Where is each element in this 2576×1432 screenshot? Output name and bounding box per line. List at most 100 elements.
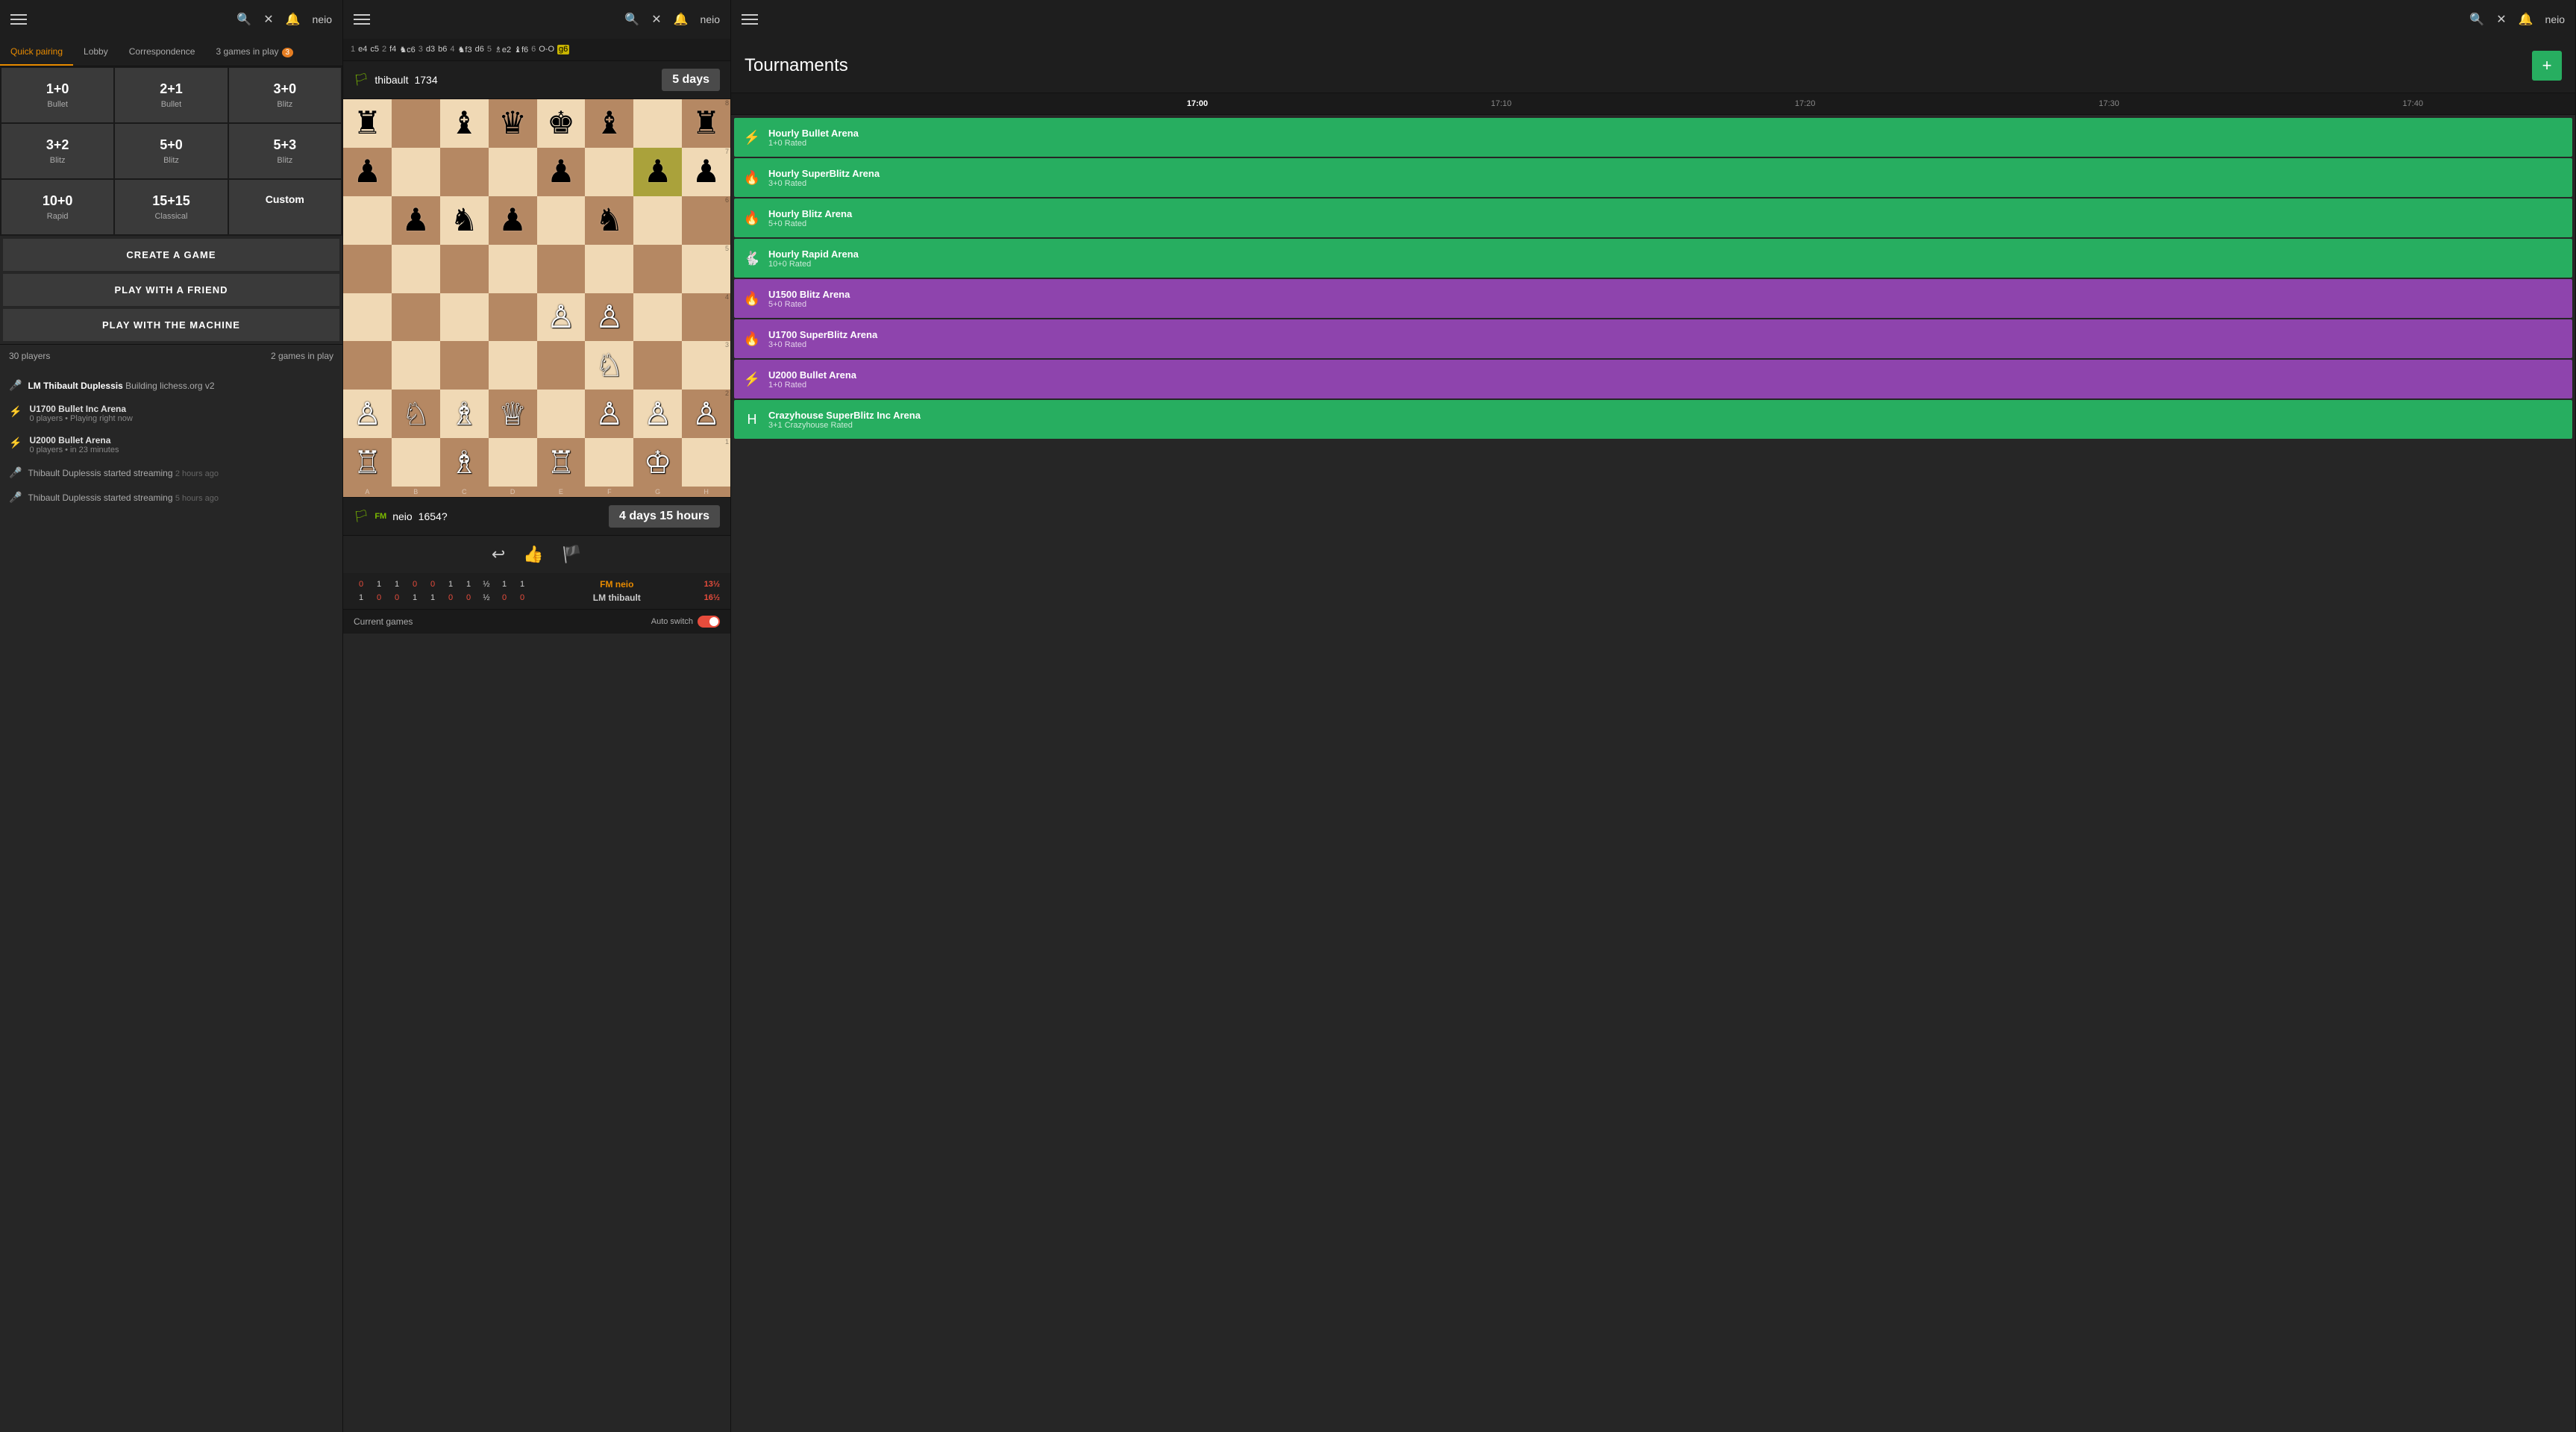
board-square[interactable]: ♟ <box>392 196 440 245</box>
board-square[interactable] <box>440 341 489 390</box>
tournament-item[interactable]: 🔥Hourly SuperBlitz Arena3+0 Rated <box>734 158 2572 197</box>
board-square[interactable] <box>633 293 682 342</box>
board-square[interactable]: ♕ <box>489 390 537 438</box>
undo-button[interactable]: ↩ <box>492 545 505 564</box>
board-square[interactable]: ♗ <box>440 390 489 438</box>
flag-button[interactable]: 🏴 <box>562 545 582 564</box>
chess-piece[interactable]: ♛ <box>498 107 527 139</box>
chess-piece[interactable]: ♟ <box>354 156 382 187</box>
board-square[interactable] <box>343 245 392 293</box>
right-bell-icon[interactable]: 🔔 <box>2519 12 2533 27</box>
tournament-item[interactable]: ⚡U2000 Bullet Arena1+0 Rated <box>734 360 2572 398</box>
board-square[interactable] <box>343 293 392 342</box>
board-square[interactable]: 6 <box>682 196 730 245</box>
add-tournament-button[interactable]: + <box>2532 51 2562 81</box>
pairing-3-0[interactable]: 3+0 Blitz <box>229 68 341 122</box>
board-square[interactable]: ♟ <box>537 148 586 196</box>
pairing-10-0[interactable]: 10+0 Rapid <box>1 180 113 234</box>
chess-piece[interactable]: ♝ <box>450 107 478 139</box>
chess-piece[interactable]: ♟ <box>692 156 721 187</box>
chess-piece[interactable]: ♟ <box>498 204 527 236</box>
tab-correspondence[interactable]: Correspondence <box>119 39 206 66</box>
board-square[interactable] <box>633 99 682 148</box>
board-square[interactable] <box>392 245 440 293</box>
chess-piece[interactable]: ♗ <box>450 398 478 430</box>
chess-piece[interactable]: ♙ <box>644 398 672 430</box>
board-square[interactable] <box>489 148 537 196</box>
board-square[interactable]: 4 <box>682 293 730 342</box>
chess-piece[interactable]: ♟ <box>547 156 575 187</box>
board-square[interactable]: ♞ <box>585 196 633 245</box>
chess-piece[interactable]: ♙ <box>595 301 624 333</box>
board-square[interactable] <box>537 390 586 438</box>
chess-piece[interactable]: ♖ <box>547 447 575 478</box>
chess-piece[interactable]: ♚ <box>547 107 575 139</box>
board-square[interactable] <box>392 293 440 342</box>
bell-icon[interactable]: 🔔 <box>286 12 301 27</box>
board-square[interactable] <box>585 245 633 293</box>
play-machine-button[interactable]: PLAY WITH THE MACHINE <box>3 309 339 341</box>
chess-piece[interactable]: ♞ <box>595 204 624 236</box>
board-square[interactable]: ♙ <box>585 293 633 342</box>
board-square[interactable]: 3 <box>682 341 730 390</box>
tournament-item[interactable]: 🔥U1500 Blitz Arena5+0 Rated <box>734 279 2572 318</box>
tab-lobby[interactable]: Lobby <box>73 39 119 66</box>
right-menu-icon[interactable] <box>742 14 758 25</box>
chess-piece[interactable]: ♜ <box>692 107 721 139</box>
tab-quick-pairing[interactable]: Quick pairing <box>0 39 73 66</box>
board-square[interactable] <box>392 148 440 196</box>
board-square[interactable] <box>343 196 392 245</box>
chess-piece[interactable]: ♞ <box>450 204 478 236</box>
chess-piece[interactable]: ♜ <box>354 107 382 139</box>
board-square[interactable] <box>392 99 440 148</box>
chess-piece[interactable]: ♟ <box>401 204 430 236</box>
board-square[interactable]: 2♙ <box>682 390 730 438</box>
board-square[interactable]: ♙ <box>633 390 682 438</box>
auto-switch-toggle[interactable]: Auto switch <box>651 616 720 628</box>
board-square[interactable] <box>343 341 392 390</box>
board-square[interactable]: ♔ <box>633 438 682 487</box>
tournament-item[interactable]: 🔥Hourly Blitz Arena5+0 Rated <box>734 198 2572 237</box>
tournament-item[interactable]: ⚡Hourly Bullet Arena1+0 Rated <box>734 118 2572 157</box>
board-square[interactable] <box>440 148 489 196</box>
board-square[interactable] <box>585 148 633 196</box>
chess-piece[interactable]: ♙ <box>547 301 575 333</box>
board-square[interactable]: ♘ <box>392 390 440 438</box>
board-square[interactable] <box>633 196 682 245</box>
chess-piece[interactable]: ♔ <box>644 447 672 478</box>
board-square[interactable]: ♙ <box>585 390 633 438</box>
pairing-custom[interactable]: Custom <box>229 180 341 234</box>
tournament-item[interactable]: 🐇Hourly Rapid Arena10+0 Rated <box>734 239 2572 278</box>
chess-piece[interactable]: ♕ <box>498 398 527 430</box>
tab-games-in-play[interactable]: 3 games in play3 <box>205 39 304 66</box>
pairing-5-3[interactable]: 5+3 Blitz <box>229 124 341 178</box>
board-square[interactable] <box>440 293 489 342</box>
board-square[interactable] <box>489 245 537 293</box>
play-friend-button[interactable]: PLAY WITH A FRIEND <box>3 274 339 306</box>
board-square[interactable]: 8♜ <box>682 99 730 148</box>
draw-button[interactable]: 👍 <box>523 545 543 564</box>
board-square[interactable]: ♙ <box>343 390 392 438</box>
board-square[interactable] <box>537 341 586 390</box>
toggle-pill[interactable] <box>698 616 720 628</box>
board-square[interactable]: ♟ <box>633 148 682 196</box>
search-icon[interactable]: 🔍 <box>236 12 251 27</box>
board-square[interactable] <box>440 245 489 293</box>
board-square[interactable]: ♙ <box>537 293 586 342</box>
middle-bell-icon[interactable]: 🔔 <box>674 12 689 27</box>
close-icon[interactable]: ✕ <box>263 12 273 27</box>
arena-item-0[interactable]: ⚡ U1700 Bullet Inc Arena 0 players • Pla… <box>0 398 342 429</box>
board-square[interactable]: ♖ <box>537 438 586 487</box>
chess-piece[interactable]: ♟ <box>644 156 672 187</box>
chess-piece[interactable]: ♗ <box>450 447 478 478</box>
board-square[interactable] <box>537 245 586 293</box>
chess-piece[interactable]: ♘ <box>401 398 430 430</box>
board-square[interactable] <box>489 438 537 487</box>
middle-search-icon[interactable]: 🔍 <box>624 12 639 27</box>
board-square[interactable] <box>489 341 537 390</box>
tournament-item[interactable]: 🔥U1700 SuperBlitz Arena3+0 Rated <box>734 319 2572 358</box>
right-search-icon[interactable]: 🔍 <box>2469 12 2484 27</box>
board-square[interactable]: ♖ <box>343 438 392 487</box>
create-game-button[interactable]: CREATE A GAME <box>3 239 339 271</box>
pairing-15-15[interactable]: 15+15 Classical <box>115 180 227 234</box>
